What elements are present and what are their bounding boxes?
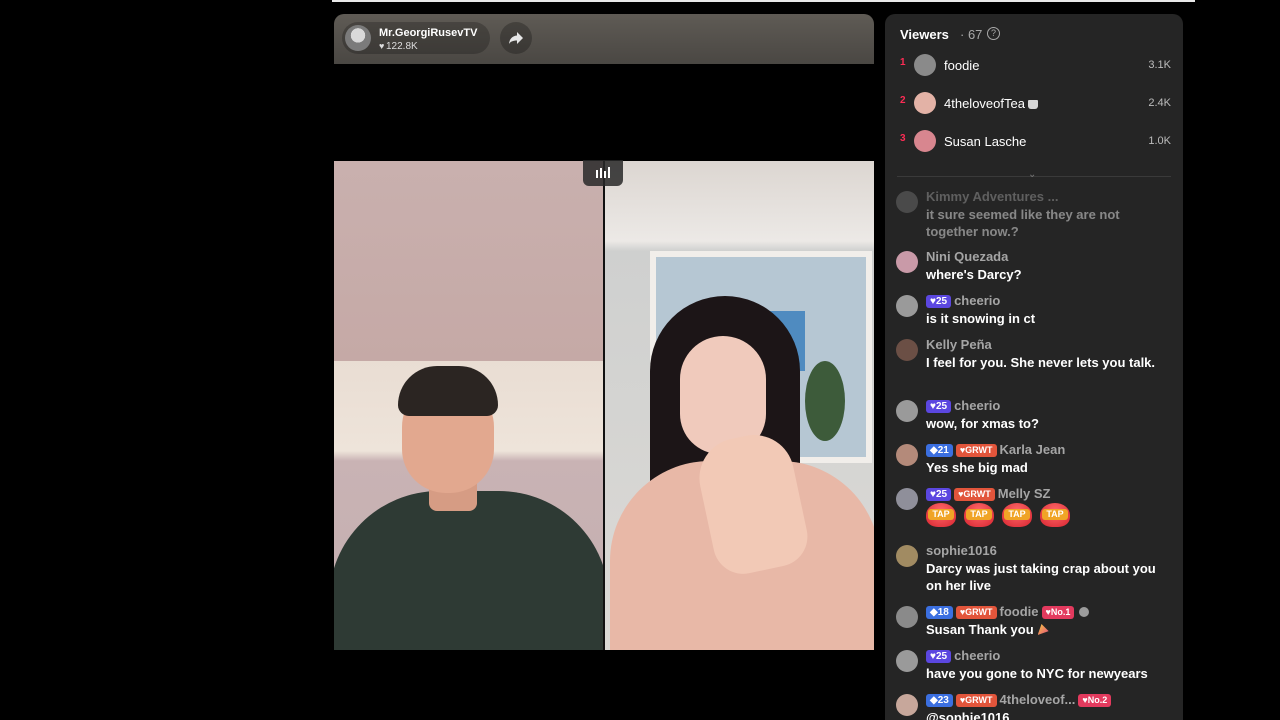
host-likes: 122.8K [386, 41, 418, 52]
tap-sticker: TAP [1002, 503, 1032, 527]
avatar[interactable] [896, 694, 918, 716]
video-feed-host[interactable] [334, 161, 603, 650]
live-video-stage[interactable]: Mr.GeorgiRusevTV ♥ 122.8K [334, 14, 874, 720]
chat-text: Susan Thank you [926, 621, 1158, 638]
chat-feed[interactable]: Kimmy Adventures ... it sure seemed like… [885, 189, 1183, 720]
avatar[interactable] [896, 444, 918, 466]
person-torso [334, 491, 603, 650]
level-badge: ◆18 [926, 606, 953, 619]
chat-username[interactable]: ♥25 ♥GRWT Melly SZ [926, 486, 1051, 501]
tap-sticker-row: TAP TAP TAP TAP [926, 503, 1158, 531]
viewer-name[interactable]: Susan Lasche [944, 134, 1026, 149]
chat-text: where's Darcy? [926, 267, 1022, 282]
avatar[interactable] [896, 251, 918, 273]
avatar[interactable] [896, 606, 918, 628]
level-badge: ♥25 [926, 400, 952, 413]
help-icon[interactable]: ? [987, 27, 1000, 40]
live-side-panel: Viewers · 67 ? 1 foodie 3.1K 2 4theloveo… [885, 14, 1183, 720]
level-badge: ♥25 [926, 488, 952, 501]
chat-text: is it snowing in ct [926, 311, 1036, 326]
chat-username[interactable]: ◆21 ♥GRWT Karla Jean [926, 442, 1065, 457]
viewer-score: 1.0K [1148, 135, 1171, 147]
chat-username[interactable]: ♥25 cheerio [926, 398, 1000, 413]
level-badge: ♥25 [926, 650, 952, 663]
share-icon [509, 32, 523, 44]
viewer-score: 2.4K [1148, 97, 1171, 109]
avatar[interactable] [896, 191, 918, 213]
viewer-name[interactable]: 4theloveofTea [944, 96, 1038, 111]
chat-username[interactable]: Kimmy Adventures ... [926, 189, 1058, 204]
avatar[interactable] [896, 400, 918, 422]
level-badge: ♥25 [926, 295, 952, 308]
level-badge: ◆21 [926, 444, 953, 457]
rank-badge: ♥No.1 [1041, 606, 1075, 619]
avatar[interactable] [914, 92, 936, 114]
tap-sticker: TAP [926, 503, 956, 527]
fan-badge: ♥GRWT [955, 694, 997, 707]
avatar[interactable] [914, 130, 936, 152]
fan-badge: ♥GRWT [955, 444, 997, 457]
host-profile-chip[interactable]: Mr.GeorgiRusevTV ♥ 122.8K [342, 22, 490, 54]
fan-badge: ♥GRWT [954, 488, 995, 501]
top-viewer-row[interactable]: 1 foodie 3.1K [885, 52, 1183, 80]
chat-username[interactable]: Kelly Peña [926, 337, 992, 352]
cup-icon [1027, 100, 1038, 110]
rank-number: 3 [900, 133, 906, 144]
background-plant [805, 361, 845, 441]
fan-badge: ♥GRWT [955, 606, 997, 619]
viewer-score: 3.1K [1148, 59, 1171, 71]
host-name[interactable]: Mr.GeorgiRusevTV [379, 27, 477, 39]
top-viewer-row[interactable]: 3 Susan Lasche 1.0K [885, 128, 1183, 156]
rank-badge: ♥No.2 [1078, 694, 1112, 707]
party-icon [1037, 624, 1049, 635]
chevron-down-icon[interactable]: ⌄ [1028, 169, 1036, 180]
rank-number: 1 [900, 57, 906, 68]
tap-sticker: TAP [964, 503, 994, 527]
chat-text: Darcy was just taking crap about you on … [926, 561, 1156, 593]
chat-username[interactable]: ◆18 ♥GRWT foodie ♥No.1 [926, 604, 1090, 619]
share-button[interactable] [500, 22, 532, 54]
avatar[interactable] [896, 295, 918, 317]
audio-toggle[interactable] [583, 160, 623, 186]
avatar[interactable] [896, 339, 918, 361]
avatar[interactable] [896, 545, 918, 567]
chat-text: have you gone to NYC for newyears [926, 666, 1148, 681]
chat-text: Yes she big mad [926, 460, 1028, 475]
level-badge: ◆23 [926, 694, 953, 707]
video-feed-guest[interactable] [605, 161, 874, 650]
top-viewer-row[interactable]: 2 4theloveofTea 2.4K [885, 90, 1183, 118]
viewers-title[interactable]: Viewers [900, 27, 949, 42]
avatar[interactable] [896, 488, 918, 510]
person-hair [398, 366, 498, 416]
stream-header: Mr.GeorgiRusevTV ♥ 122.8K [334, 14, 874, 64]
chat-username[interactable]: sophie1016 [926, 543, 997, 558]
chat-text: wow, for xmas to? [926, 416, 1039, 431]
chat-username[interactable]: ◆23 ♥GRWT 4theloveof... ♥No.2 [926, 692, 1112, 707]
tap-sticker: TAP [1040, 503, 1070, 527]
viewers-count: · 67 [960, 27, 983, 42]
chat-username[interactable]: Nini Quezada [926, 249, 1008, 264]
heart-icon: ♥ [379, 41, 385, 51]
chat-username[interactable]: ♥25 cheerio [926, 293, 1000, 308]
people-icon [1079, 607, 1090, 617]
chat-text: I feel for you. She never lets you talk. [926, 355, 1156, 370]
viewer-name[interactable]: foodie [944, 58, 979, 73]
avatar[interactable] [896, 650, 918, 672]
rank-number: 2 [900, 95, 906, 106]
host-avatar[interactable] [345, 25, 371, 51]
chat-text: @sophie1016 [926, 710, 1010, 720]
chat-text: it sure seemed like they are not togethe… [926, 207, 1120, 239]
audio-bars-icon [596, 167, 610, 178]
chat-username[interactable]: ♥25 cheerio [926, 648, 1000, 663]
top-progress-line [332, 0, 1195, 2]
avatar[interactable] [914, 54, 936, 76]
